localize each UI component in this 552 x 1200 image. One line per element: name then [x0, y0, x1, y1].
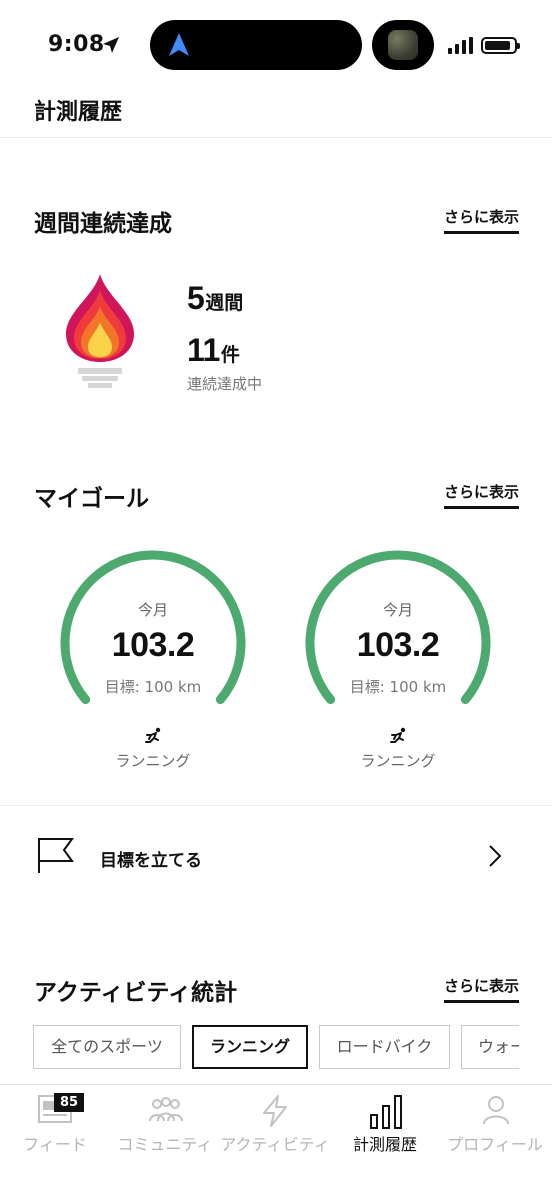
streak-flame-icon	[66, 274, 134, 388]
tab-profile[interactable]: プロフィール	[440, 1085, 550, 1165]
streak-count-value: 11	[187, 332, 220, 368]
chevron-right-icon	[489, 845, 502, 867]
status-time: 9:08	[48, 32, 105, 57]
streak-more-link[interactable]: さらに表示	[443, 206, 519, 234]
goals-more-link[interactable]: さらに表示	[443, 481, 519, 509]
goal-target: 目標: 100 km	[349, 678, 447, 696]
filter-walking[interactable]: ウォー	[461, 1025, 519, 1069]
navigation-arrow-icon	[169, 33, 189, 56]
goal-period: 今月	[382, 601, 413, 619]
goal-sport: ランニング	[360, 752, 436, 770]
tab-label: コミュニティ	[117, 1135, 213, 1154]
streak-weeks: 5週間	[187, 280, 243, 317]
tab-label: 計測履歴	[352, 1135, 417, 1154]
tab-label: フィード	[23, 1135, 87, 1154]
tab-bar: 85 フィード コミュニティ アクティビティ 計測履歴 プロフィール	[0, 1084, 552, 1200]
streak-count: 11件	[187, 332, 240, 369]
feed-badge: 85	[54, 1093, 85, 1112]
dynamic-island[interactable]	[150, 20, 362, 70]
tab-label: プロフィール	[447, 1135, 543, 1154]
stats-icon	[370, 1095, 402, 1129]
streak-count-unit: 件	[220, 344, 240, 366]
set-goal-row[interactable]: 目標を立てる	[0, 808, 552, 904]
cellular-signal-icon	[448, 37, 473, 54]
location-arrow-icon	[103, 37, 119, 53]
battery-icon	[481, 37, 520, 54]
map-icon	[388, 30, 418, 60]
flag-icon	[38, 838, 74, 873]
goal-value: 103.2	[356, 626, 440, 664]
status-bar: 9:08	[0, 0, 552, 90]
running-icon	[390, 727, 406, 743]
set-goal-label: 目標を立てる	[100, 851, 202, 871]
activity-icon	[263, 1095, 287, 1127]
filter-all-sports[interactable]: 全てのスポーツ	[33, 1025, 181, 1069]
filter-road-bike[interactable]: ロードバイク	[319, 1025, 450, 1069]
tab-activity[interactable]: アクティビティ	[220, 1085, 330, 1165]
tab-label: アクティビティ	[220, 1135, 330, 1154]
community-icon	[149, 1097, 183, 1122]
tab-stats[interactable]: 計測履歴	[330, 1085, 440, 1165]
sport-filter-bar[interactable]: 全てのスポーツ ランニング ロードバイク ウォー	[33, 1025, 519, 1071]
streak-weeks-unit: 週間	[205, 292, 244, 314]
goal-card[interactable]: 今月 103.2 目標: 100 km ランニング	[305, 550, 505, 780]
section-divider	[0, 805, 552, 806]
stats-more-link[interactable]: さらに表示	[443, 975, 519, 1003]
goal-card[interactable]: 今月 103.2 目標: 100 km ランニング	[60, 550, 260, 780]
streak-weeks-value: 5	[187, 280, 205, 316]
stats-section-title: アクティビティ統計	[34, 980, 238, 1006]
goal-period: 今月	[137, 601, 168, 619]
page-title: 計測履歴	[34, 100, 123, 125]
goal-value: 103.2	[111, 626, 195, 664]
tab-feed[interactable]: 85 フィード	[0, 1085, 110, 1165]
profile-icon	[483, 1096, 509, 1125]
map-thumbnail[interactable]	[372, 20, 434, 70]
tab-community[interactable]: コミュニティ	[110, 1085, 220, 1165]
goal-target: 目標: 100 km	[104, 678, 202, 696]
goals-section-title: マイゴール	[34, 486, 149, 512]
goal-sport: ランニング	[115, 752, 191, 770]
filter-running[interactable]: ランニング	[192, 1025, 308, 1069]
streak-status: 連続達成中	[187, 375, 263, 393]
running-icon	[145, 727, 161, 743]
header-divider	[0, 137, 552, 138]
streak-section-title: 週間連続達成	[34, 211, 172, 237]
